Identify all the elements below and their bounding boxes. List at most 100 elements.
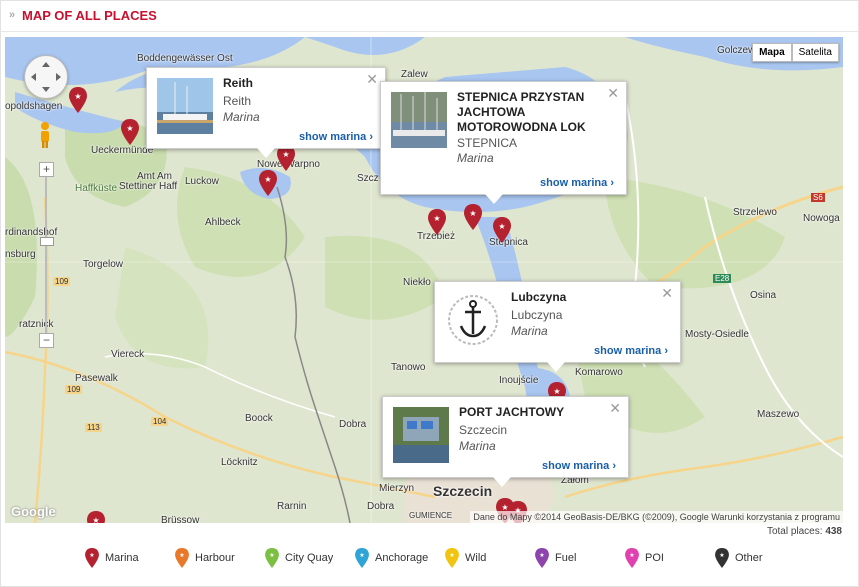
map-label: Luckow [185, 176, 219, 187]
map-label: Boock [245, 413, 273, 424]
harbour-marker-icon: ★ [175, 548, 189, 568]
zoom-in-button[interactable]: + [39, 162, 54, 177]
map-label: Golczew [717, 45, 756, 56]
total-places-label: Total places: [766, 526, 823, 537]
close-icon[interactable]: ✕ [609, 400, 621, 417]
close-icon[interactable]: ✕ [607, 85, 619, 102]
pan-control[interactable] [24, 55, 68, 99]
other-marker-icon: ★ [715, 548, 729, 568]
marina-thumbnail [393, 407, 449, 463]
legend-item-marina[interactable]: ★ Marina [85, 548, 139, 568]
svg-text:★: ★ [92, 516, 99, 523]
popup-type: Marina [459, 439, 496, 453]
popup-tail [547, 362, 565, 372]
popup-tail [493, 477, 511, 487]
map-type-satellite-button[interactable]: Satelita [791, 43, 839, 62]
map-label: Nowoga [803, 213, 840, 224]
svg-text:★: ★ [629, 552, 635, 559]
road-shield: E28 [713, 274, 732, 283]
map-widget: » MAP OF ALL PLACES Boddengewässer Ost Z… [0, 0, 859, 587]
map-attribution[interactable]: Dane do Mapy ©2014 GeoBasis-DE/BKG (©200… [470, 511, 843, 523]
street-view-pegman-icon[interactable] [38, 121, 52, 149]
google-logo[interactable]: Google [11, 504, 56, 519]
map-label: Szcz [357, 173, 379, 184]
page-title: MAP OF ALL PLACES [22, 8, 157, 23]
marina-marker-icon[interactable]: ★ [121, 119, 139, 145]
legend-item-other[interactable]: ★ Other [715, 548, 763, 568]
map-label: Torgelow [83, 259, 124, 270]
legend-label: Other [735, 552, 763, 564]
legend-label: POI [645, 552, 664, 564]
legend-label: Harbour [195, 552, 235, 564]
total-places-count: 438 [825, 526, 842, 537]
svg-text:★: ★ [179, 552, 185, 559]
legend: ★ Marina ★ Harbour ★ City Quay ★ Anchora… [1, 548, 859, 570]
marina-marker-icon[interactable]: ★ [69, 87, 87, 113]
pan-arrows-icon [31, 62, 61, 92]
svg-text:★: ★ [282, 150, 289, 159]
show-marina-link[interactable]: show marina › [594, 345, 668, 357]
map-label: Strzelewo [733, 207, 777, 218]
popup-city: Reith [223, 94, 252, 108]
marina-thumbnail [391, 92, 447, 148]
marina-marker-icon[interactable]: ★ [493, 217, 511, 243]
map-type-map-button[interactable]: Mapa [752, 43, 792, 62]
popup-title: Lubczyna [511, 290, 567, 304]
zoom-slider-track[interactable] [40, 177, 54, 333]
map-label: Haffküste [75, 183, 118, 194]
map-label: Löcknitz [221, 457, 258, 468]
zoom-out-button[interactable]: − [39, 333, 54, 348]
total-places: Total places: 438 [767, 526, 842, 537]
map-label: Maszewo [757, 409, 800, 420]
road-shield: S6 [811, 193, 825, 202]
marina-marker-icon[interactable]: ★ [259, 170, 277, 196]
legend-item-fuel[interactable]: ★ Fuel [535, 548, 576, 568]
svg-text:★: ★ [498, 222, 505, 231]
map-label: Tanowo [391, 362, 426, 373]
map-label: Zalew [401, 69, 428, 80]
marina-marker-icon[interactable]: ★ [464, 204, 482, 230]
legend-item-city-quay[interactable]: ★ City Quay [265, 548, 333, 568]
anchorage-marker-icon: ★ [355, 548, 369, 568]
map-label: opoldshagen [5, 101, 63, 112]
close-icon[interactable]: ✕ [366, 71, 378, 88]
svg-text:★: ★ [553, 387, 560, 396]
poi-marker-icon: ★ [625, 548, 639, 568]
marina-popup-stepnica: ✕ STEPNICA PRZYSTAN JACHTOWA MOTOROWODNA… [380, 81, 627, 204]
chevron-right-icon: » [9, 9, 15, 21]
close-icon[interactable]: ✕ [661, 285, 673, 302]
legend-label: Fuel [555, 552, 577, 564]
zoom-slider-handle[interactable] [40, 237, 54, 246]
popup-title-line: JACHTOWA [457, 105, 526, 119]
legend-item-harbour[interactable]: ★ Harbour [175, 548, 235, 568]
svg-text:★: ★ [359, 552, 365, 559]
svg-text:★: ★ [539, 552, 545, 559]
map-label: Ahlbeck [205, 217, 241, 228]
legend-label: Marina [105, 552, 139, 564]
marina-popup-port-jachtowy: ✕ PORT JACHTOWY Szczecin Marina show mar… [382, 396, 629, 487]
map-label: Stettiner Haff [119, 181, 178, 192]
road-shield: 109 [53, 277, 71, 286]
map-label: Pasewalk [75, 373, 118, 384]
marina-marker-icon[interactable]: ★ [87, 511, 105, 523]
marina-popup-lubczyna: ✕ Lubczyna Lubczyna Marina show marina › [434, 281, 681, 372]
popup-title: PORT JACHTOWY [459, 405, 565, 419]
map-type-control: Mapa Satelita [752, 43, 839, 62]
svg-text:★: ★ [264, 175, 271, 184]
map-label: Mosty-Osiedle [685, 329, 749, 340]
map-label: Rarnin [277, 501, 307, 512]
legend-item-poi[interactable]: ★ POI [625, 548, 664, 568]
map-canvas[interactable]: Boddengewässer Ost Zalew Golczew opoldsh… [5, 37, 843, 523]
legend-item-anchorage[interactable]: ★ Anchorage [355, 548, 428, 568]
map-label: Inoujście [499, 375, 539, 386]
legend-item-wild[interactable]: ★ Wild [445, 548, 486, 568]
popup-type: Marina [511, 324, 548, 338]
map-label: Mierzyn [379, 483, 415, 494]
show-marina-link[interactable]: show marina › [299, 131, 373, 143]
popup-title: STEPNICA PRZYSTAN JACHTOWA MOTOROWODNA L… [457, 90, 607, 135]
show-marina-link[interactable]: show marina › [542, 460, 616, 472]
popup-type: Marina [457, 151, 494, 165]
show-marina-link[interactable]: show marina › [540, 177, 614, 189]
popup-title: Reith [223, 76, 253, 90]
marina-marker-icon[interactable]: ★ [428, 209, 446, 235]
